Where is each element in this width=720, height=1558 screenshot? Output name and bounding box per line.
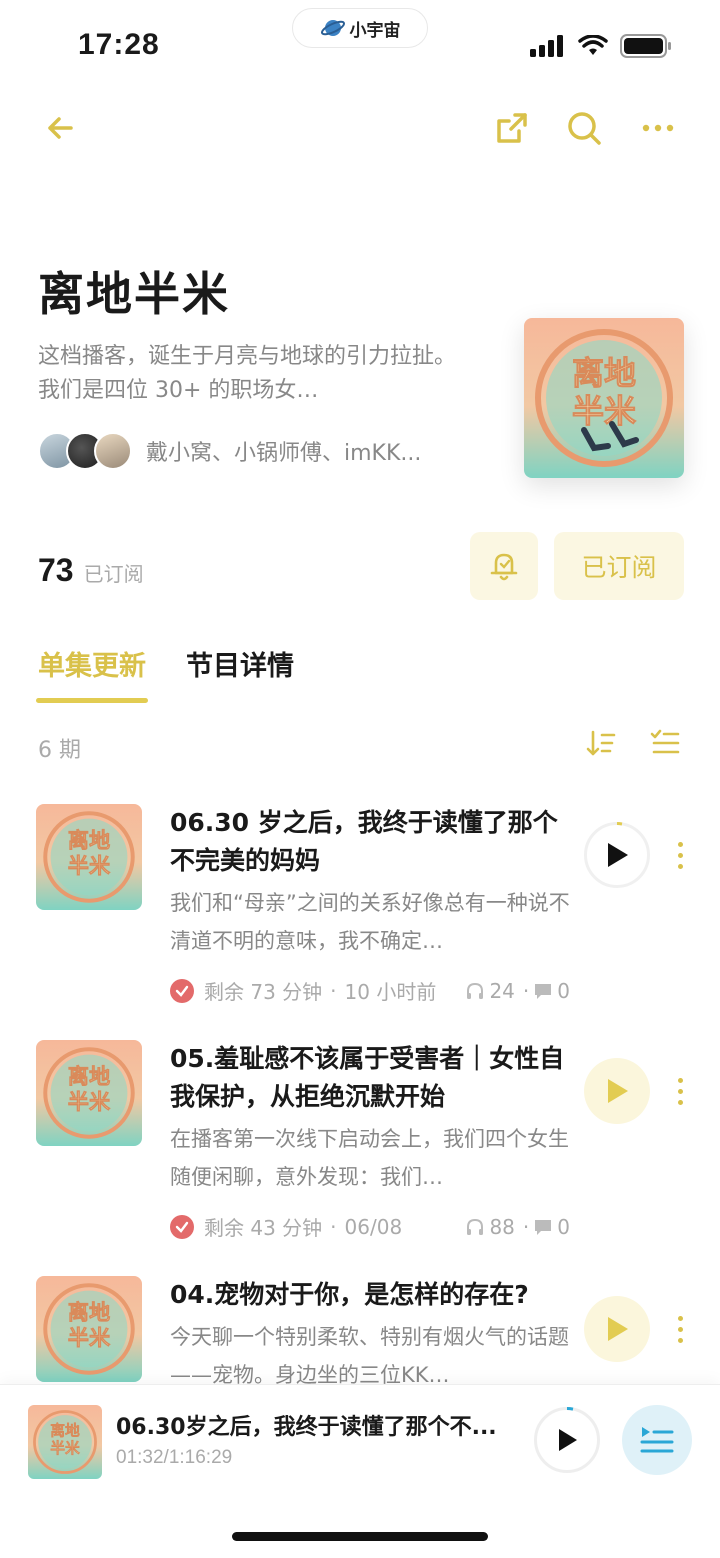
- tab-episodes[interactable]: 单集更新: [36, 644, 148, 703]
- episode-count: 6 期: [38, 738, 81, 763]
- svg-text:半米: 半米: [68, 1325, 111, 1350]
- play-button[interactable]: [584, 1058, 650, 1124]
- headphones-icon: [467, 1218, 484, 1235]
- episode-more-button[interactable]: [668, 830, 692, 880]
- svg-text:半米: 半米: [68, 1089, 111, 1114]
- episode-remaining: 剩余 43 分钟: [204, 1216, 323, 1240]
- svg-text:离地: 离地: [68, 1300, 110, 1325]
- play-button[interactable]: [584, 1296, 650, 1362]
- share-icon: [497, 113, 527, 143]
- check-icon: [170, 1214, 194, 1239]
- comment-icon: [535, 1219, 552, 1235]
- back-button[interactable]: [38, 106, 82, 150]
- player-title: 06.30岁之后，我终于读懂了那个不...: [116, 1415, 497, 1440]
- wifi-icon: [578, 35, 608, 55]
- player-time: 01:32/1:16:29: [116, 1447, 233, 1468]
- planet-icon: [320, 20, 345, 36]
- play-icon: [608, 1079, 628, 1103]
- tab-bar: 单集更新 节目详情: [36, 644, 294, 703]
- progress-ring: [616, 822, 623, 826]
- notification-button[interactable]: [470, 532, 538, 600]
- podcast-title: 离地半米: [38, 267, 230, 321]
- tab-details[interactable]: 节目详情: [186, 644, 294, 703]
- episode-more-button[interactable]: [668, 1304, 692, 1354]
- podcast-cover[interactable]: 离地 半米: [524, 318, 684, 478]
- list-tools: [586, 728, 680, 758]
- progress-ring: [566, 1407, 574, 1411]
- svg-text:半米: 半米: [50, 1439, 80, 1457]
- comment-count: 0: [557, 978, 570, 1003]
- sort-icon[interactable]: [586, 728, 616, 758]
- episode-date: 06/08: [344, 1214, 403, 1239]
- status-bar: 17:28 小宇宙: [0, 0, 720, 96]
- episode-cover: 离地 半米: [36, 1276, 142, 1382]
- headphones-icon: [467, 982, 484, 999]
- subscriber-label: 已订阅: [83, 562, 144, 586]
- share-button[interactable]: [490, 106, 534, 150]
- svg-text:半米: 半米: [572, 392, 636, 430]
- top-nav: [0, 100, 720, 156]
- play-icon: [608, 1317, 628, 1341]
- home-indicator: [232, 1532, 488, 1541]
- episode-cover: 离地 半米: [36, 804, 142, 910]
- episode-title: 06.30 岁之后，我终于读懂了那个不完美的妈妈: [170, 808, 558, 875]
- app-badge-label: 小宇宙: [349, 20, 401, 41]
- svg-text:离地: 离地: [572, 354, 636, 392]
- hosts-names: 戴小窝、小锅师傅、imKK...: [146, 441, 422, 466]
- svg-text:半米: 半米: [68, 853, 111, 878]
- episode-remaining: 剩余 73 分钟: [204, 980, 323, 1004]
- episode-more-button[interactable]: [668, 1066, 692, 1116]
- episode-description: 我们和“母亲”之间的关系好像总有一种说不清道不明的意味，我不确定…: [170, 891, 570, 953]
- search-icon: [568, 112, 601, 145]
- svg-text:离地: 离地: [68, 828, 110, 853]
- status-time: 17:28: [78, 28, 160, 61]
- playlist-icon: [640, 1427, 674, 1453]
- play-button[interactable]: [584, 822, 650, 888]
- multi-select-icon[interactable]: [650, 728, 680, 758]
- subscribe-button[interactable]: 已订阅: [554, 532, 684, 600]
- bell-icon: [490, 553, 518, 581]
- play-count: 88: [489, 1214, 515, 1239]
- podcast-description[interactable]: 这档播客，诞生于月亮与地球的引力拉扯。 我们是四位 30+ 的职场女…: [38, 340, 478, 408]
- episode-description: 在播客第一次线下启动会上，我们四个女生随便闲聊，意外发现：我们…: [170, 1127, 569, 1189]
- comment-count: 0: [557, 1214, 570, 1239]
- check-icon: [170, 978, 194, 1003]
- hosts-row[interactable]: 戴小窝、小锅师傅、imKK...: [38, 432, 421, 470]
- play-count: 24: [489, 978, 515, 1003]
- more-horizontal-icon: [642, 124, 674, 132]
- player-play-button[interactable]: [534, 1407, 600, 1473]
- episode-meta: 剩余 73 分钟 · 10 小时前 24 · 0: [170, 976, 570, 1005]
- more-button[interactable]: [636, 106, 680, 150]
- app-badge[interactable]: 小宇宙: [292, 8, 428, 48]
- subscriber-count: 73 已订阅: [38, 552, 144, 589]
- episode-title: 04.宠物对于你，是怎样的存在?: [170, 1280, 529, 1309]
- battery-icon: [620, 34, 671, 58]
- episode-date: 10 小时前: [344, 980, 437, 1004]
- signal-icon: [530, 35, 563, 57]
- arrow-left-icon: [48, 117, 73, 139]
- subscriber-number: 73: [38, 552, 74, 588]
- episode-description: 今天聊一个特别柔软、特别有烟火气的话题——宠物。身边坐的三位KK…: [170, 1325, 569, 1387]
- player-cover: 离地 半米: [28, 1405, 102, 1479]
- svg-text:离地: 离地: [68, 1064, 110, 1089]
- avatar: [94, 432, 132, 470]
- search-button[interactable]: [562, 106, 606, 150]
- playlist-button[interactable]: [622, 1405, 692, 1475]
- episode-title: 05.羞耻感不该属于受害者｜女性自我保护，从拒绝沉默开始: [170, 1044, 565, 1111]
- status-icons: [530, 34, 672, 58]
- episode-meta: 剩余 43 分钟 · 06/08 88 · 0: [170, 1212, 570, 1241]
- svg-text:离地: 离地: [50, 1422, 80, 1440]
- comment-icon: [535, 983, 552, 999]
- episode-cover: 离地 半米: [36, 1040, 142, 1146]
- cover-art: 离地 半米: [524, 318, 684, 478]
